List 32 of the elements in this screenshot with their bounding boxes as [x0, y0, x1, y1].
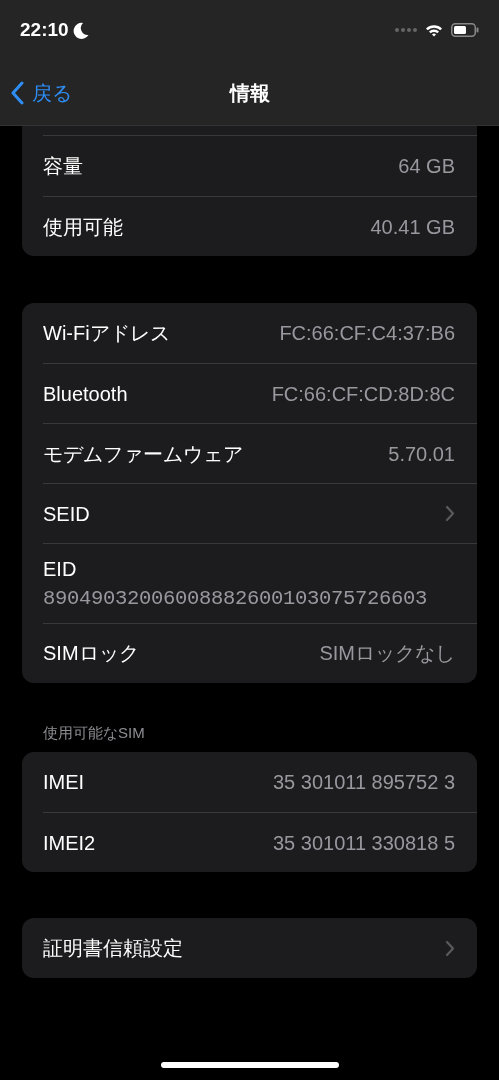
row-value: FC:66:CF:CD:8D:8C — [271, 381, 455, 407]
row-label: 容量 — [43, 154, 83, 179]
row-label: SIMロック — [43, 641, 139, 667]
chevron-icon — [445, 939, 455, 957]
row-value: FC:66:CF:C4:37:B6 — [279, 321, 455, 346]
signal-icon — [395, 28, 417, 32]
chevron-icon — [445, 505, 455, 522]
back-button[interactable]: 戻る — [10, 77, 72, 108]
row-label: 使用可能 — [43, 214, 123, 240]
row-value: 89049032006008882600103075726603 — [43, 586, 429, 612]
row-value: 35 301011 330818 5 — [272, 830, 455, 856]
row-label: IMEI2 — [43, 830, 96, 856]
wifi-icon — [425, 23, 443, 37]
row-label: Wi-Fiアドレス — [43, 321, 170, 346]
settings-row[interactable]: 証明書信頼設定 — [43, 918, 477, 979]
row-label: SEID — [43, 501, 90, 527]
status-time: 22:10 — [20, 17, 69, 42]
row-value: 64 GB — [398, 154, 455, 179]
row-value: SIMロックなし — [319, 641, 455, 667]
settings-row[interactable]: SEID — [43, 483, 477, 543]
row-label: 証明書信頼設定 — [43, 936, 183, 962]
row-value: 5.70.01 — [388, 441, 455, 467]
row-label: IMEI — [43, 770, 85, 796]
battery-icon — [451, 23, 479, 37]
page-title: 情報 — [229, 80, 270, 106]
section-header: 使用可能なSIM — [43, 722, 146, 743]
row-label: EID — [43, 557, 78, 582]
chevron-icon — [10, 80, 24, 105]
row-value: 40.41 GB — [370, 214, 455, 240]
row-label: Bluetooth — [43, 381, 128, 407]
row-label: モデムファームウェア — [43, 441, 243, 467]
row-value: 35 301011 895752 3 — [272, 770, 455, 796]
